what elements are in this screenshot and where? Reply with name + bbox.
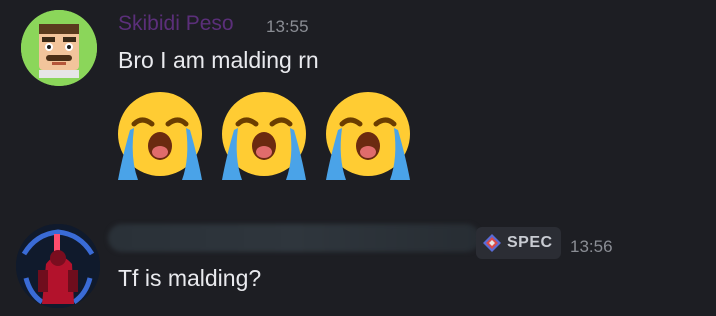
message-text: Tf is malding? (118, 265, 262, 291)
avatar[interactable] (21, 10, 97, 86)
username[interactable]: Skibidi Peso (118, 12, 234, 36)
loudly-crying-face-icon[interactable] (112, 88, 208, 184)
avatar[interactable] (16, 224, 100, 308)
loudly-crying-face-icon[interactable] (216, 88, 312, 184)
redacted-username (108, 224, 480, 252)
tag-label: SPEC (507, 234, 553, 251)
timestamp: 13:56 (570, 237, 613, 256)
cartoon-face-avatar-icon (21, 10, 97, 86)
user-tag[interactable]: SPEC (476, 227, 561, 259)
emoji-row (112, 88, 416, 184)
red-figure-avatar-icon (16, 224, 100, 308)
message-text: Bro I am malding rn (118, 47, 319, 73)
message-group: Skibidi Peso 13:55 Bro I am malding rn (0, 0, 716, 190)
loudly-crying-face-icon[interactable] (320, 88, 416, 184)
chat-log: Skibidi Peso 13:55 Bro I am malding rn S… (0, 0, 716, 316)
timestamp: 13:55 (266, 17, 309, 36)
diamond-emblem-icon (483, 234, 501, 252)
message-group (0, 205, 716, 316)
